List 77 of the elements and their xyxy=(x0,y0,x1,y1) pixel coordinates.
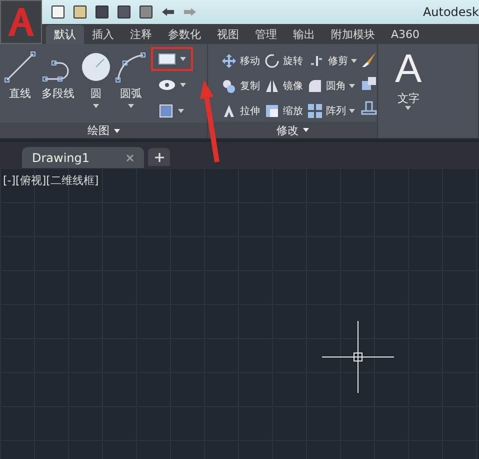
modify-tool-button[interactable]: 复制 xyxy=(221,76,264,96)
ribbon-tab[interactable]: 注释 xyxy=(122,25,160,44)
tool-label: 多段线 xyxy=(42,86,74,101)
tool-label: 移动 xyxy=(240,55,260,68)
draw-tool-button[interactable]: 圆 xyxy=(79,47,113,123)
move-icon xyxy=(221,53,237,69)
modify-tool-button[interactable]: 旋转 xyxy=(264,51,307,71)
panel-title: 修改 xyxy=(276,122,298,138)
caret-icon xyxy=(180,57,186,61)
ribbon-tab[interactable]: A360 xyxy=(383,25,428,44)
caret-icon xyxy=(349,109,355,113)
copy-icon xyxy=(221,78,237,94)
hatch-icon xyxy=(158,103,174,119)
scale-icon xyxy=(264,103,280,119)
modify-tool-button[interactable]: 镜像 xyxy=(264,76,307,96)
ribbon-tab[interactable]: 插入 xyxy=(84,25,122,44)
caret-icon xyxy=(349,84,355,88)
crosshair-cursor xyxy=(322,321,394,393)
tool-label: 缩放 xyxy=(283,104,303,118)
caret-icon xyxy=(405,106,412,110)
ribbon-tab[interactable]: 视图 xyxy=(209,25,247,44)
modify-tool-button[interactable]: 缩放 xyxy=(264,101,307,121)
rotate-icon xyxy=(264,53,280,69)
ellipse-icon xyxy=(158,79,176,91)
draw-tool-button[interactable]: 直线 xyxy=(3,47,37,123)
caret-icon xyxy=(302,128,308,132)
logo-icon xyxy=(6,6,36,38)
ribbon-tab[interactable]: 默认 xyxy=(46,25,84,44)
caret-icon xyxy=(114,128,120,132)
window-title: Autodesk xyxy=(422,5,479,19)
modify-tool-button[interactable]: 拉伸 xyxy=(221,101,264,121)
new-tab-button[interactable] xyxy=(148,148,170,166)
panel-footer[interactable]: 绘图 xyxy=(0,123,207,138)
caret-icon xyxy=(128,104,134,108)
tool-label: 阵列 xyxy=(326,104,346,118)
brush-icon xyxy=(360,51,378,69)
ribbon-tab[interactable]: 附加模块 xyxy=(323,25,383,44)
line-icon xyxy=(4,51,36,83)
modify-tool-button[interactable]: 修剪 xyxy=(307,51,357,71)
array-icon xyxy=(307,103,323,119)
plus-icon xyxy=(154,152,164,162)
tool-label: 文字 xyxy=(397,91,420,106)
caret-icon xyxy=(178,109,184,113)
draw-tool-button[interactable]: 圆弧 xyxy=(113,47,149,123)
modify-tool-button[interactable]: 移动 xyxy=(221,51,264,71)
highlighted-tool-button[interactable] xyxy=(151,47,193,71)
tool-label: 圆 xyxy=(90,86,102,101)
modify-tool-button[interactable]: 阵列 xyxy=(307,101,357,121)
panel-title: 绘图 xyxy=(88,123,110,138)
modify-tool-button[interactable]: 圆角 xyxy=(307,76,357,96)
text-glyph: A xyxy=(395,47,422,91)
panel-footer[interactable]: 修改 xyxy=(208,122,377,138)
viewport-controls[interactable]: [-][俯视][二维线框] xyxy=(3,173,99,188)
mirror-icon xyxy=(264,78,280,94)
ribbon-tab[interactable]: 输出 xyxy=(285,25,323,44)
tool-label: 复制 xyxy=(240,80,260,93)
rectangle-icon xyxy=(158,53,176,65)
caret-icon xyxy=(180,83,186,87)
fillet-icon xyxy=(307,78,323,94)
ribbon-tab[interactable]: 管理 xyxy=(247,25,285,44)
tool-label: 修剪 xyxy=(328,54,348,68)
tool-label: 镜像 xyxy=(283,80,303,93)
arc-icon xyxy=(115,51,147,83)
tool-label: 圆弧 xyxy=(120,86,142,101)
text-tool-button[interactable]: A 文字 xyxy=(381,47,436,138)
tool-label: 直线 xyxy=(9,86,31,101)
tool-label: 圆角 xyxy=(326,80,346,93)
caret-icon xyxy=(351,59,357,63)
document-tab[interactable]: Drawing1 xyxy=(22,147,144,168)
tool-label: 旋转 xyxy=(283,54,303,68)
caret-icon xyxy=(93,104,99,108)
tool-label: 拉伸 xyxy=(240,105,260,118)
ribbon-tab[interactable]: 参数化 xyxy=(160,25,209,44)
circle-icon xyxy=(80,51,112,83)
draw-tool-button[interactable]: 多段线 xyxy=(37,47,79,123)
close-icon[interactable] xyxy=(126,154,134,162)
drawing-canvas[interactable]: [-][俯视][二维线框] xyxy=(0,168,479,459)
